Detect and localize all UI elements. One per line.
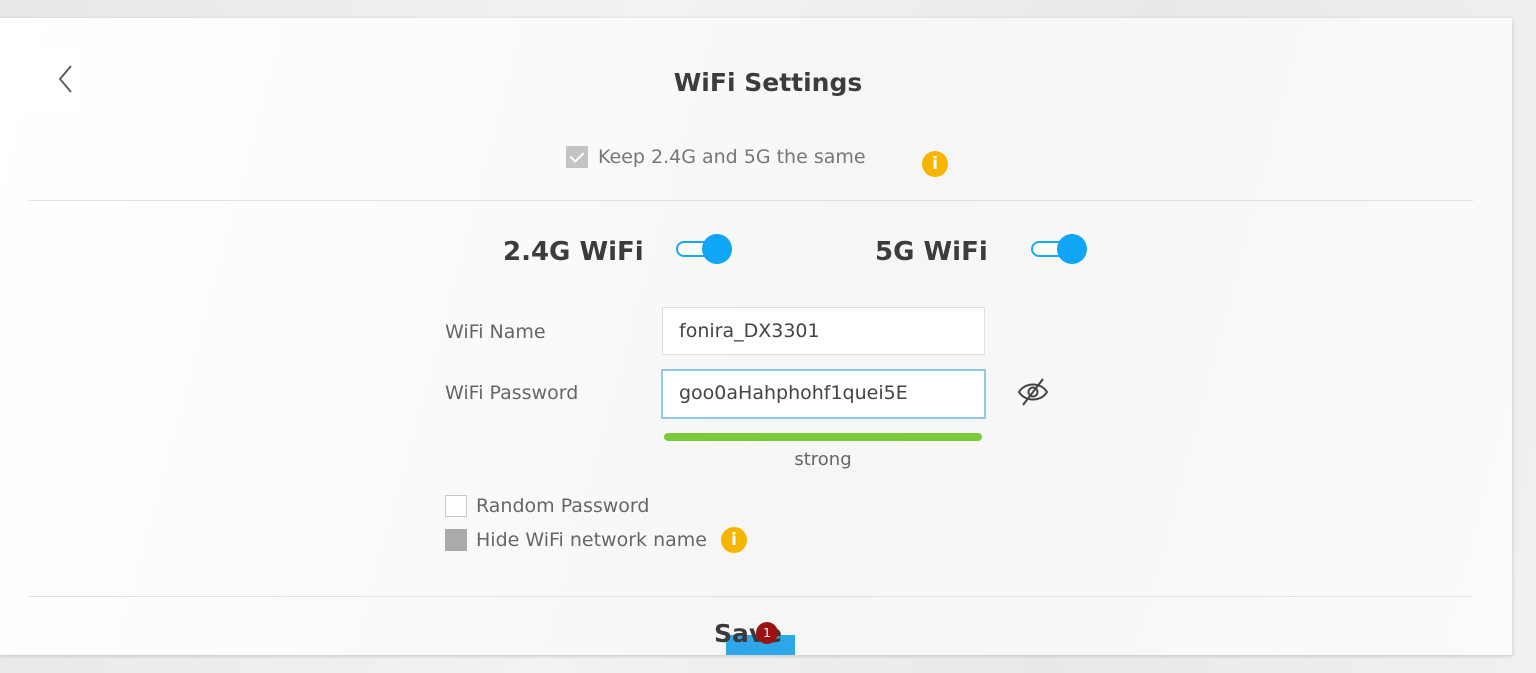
notification-badge: 1 [756, 622, 778, 644]
hide-network-checkbox[interactable] [445, 529, 467, 551]
page-title: WiFi Settings [673, 68, 863, 97]
band-24g-label: 2.4G WiFi [503, 237, 644, 267]
wifi-password-input[interactable]: goo0aHahphohf1quei5E [661, 369, 986, 419]
band-5g-toggle[interactable] [1031, 234, 1087, 264]
hide-network-label: Hide WiFi network name [476, 529, 707, 551]
random-password-row[interactable]: Random Password [445, 495, 649, 517]
toggle-knob [1057, 234, 1087, 264]
keep-same-checkbox[interactable] [566, 146, 588, 168]
eye-slash-icon[interactable] [1016, 376, 1050, 408]
toggle-knob [702, 234, 732, 264]
divider-top [29, 200, 1473, 201]
save-area: Save 1 [712, 619, 802, 660]
band-5g-label: 5G WiFi [875, 237, 988, 267]
wifi-name-label: WiFi Name [445, 321, 546, 343]
keep-same-label: Keep 2.4G and 5G the same [598, 146, 866, 168]
info-icon[interactable]: i [720, 527, 747, 553]
wifi-password-label: WiFi Password [445, 382, 579, 404]
hide-network-row[interactable]: Hide WiFi network name i [445, 527, 747, 553]
info-icon[interactable]: i [922, 151, 948, 177]
band-24g-toggle[interactable] [676, 234, 732, 264]
random-password-label: Random Password [476, 495, 650, 517]
random-password-checkbox[interactable] [445, 495, 467, 517]
wifi-name-input[interactable]: fonira_DX3301 [662, 307, 985, 355]
password-strength-label: strong [794, 449, 852, 470]
divider-bottom [29, 596, 1473, 597]
password-strength-bar [664, 433, 982, 441]
band-24g: 2.4G WiFi [503, 232, 644, 272]
band-5g: 5G WiFi [875, 232, 988, 272]
keep-same-row[interactable]: Keep 2.4G and 5G the same [566, 143, 866, 171]
